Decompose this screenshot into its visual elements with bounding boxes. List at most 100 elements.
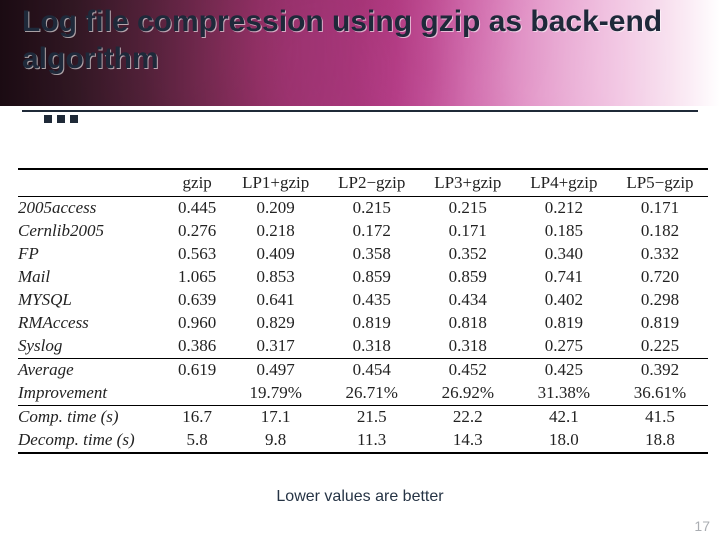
table-row: Comp. time (s)16.717.121.522.242.141.5 [18,406,708,430]
row-label: Syslog [18,335,167,359]
row-label: Cernlib2005 [18,220,167,243]
cell-value: 0.340 [516,243,612,266]
cell-value: 0.563 [167,243,228,266]
col-header [18,169,167,197]
cell-value: 0.218 [228,220,324,243]
row-label: Comp. time (s) [18,406,167,430]
row-label: Average [18,359,167,383]
row-label: RMAccess [18,312,167,335]
cell-value: 0.497 [228,359,324,383]
cell-value: 0.818 [420,312,516,335]
cell-value: 42.1 [516,406,612,430]
cell-value: 17.1 [228,406,324,430]
table-body: 2005access0.4450.2090.2150.2150.2120.171… [18,197,708,454]
cell-value: 0.402 [516,289,612,312]
cell-value: 0.172 [324,220,420,243]
col-header: LP2−gzip [324,169,420,197]
cell-value: 0.454 [324,359,420,383]
table-row: Decomp. time (s)5.89.811.314.318.018.8 [18,429,708,453]
row-label: Improvement [18,382,167,406]
cell-value: 0.409 [228,243,324,266]
cell-value: 0.445 [167,197,228,221]
cell-value: 1.065 [167,266,228,289]
row-label: 2005access [18,197,167,221]
cell-value: 0.434 [420,289,516,312]
cell-value: 0.435 [324,289,420,312]
row-label: Mail [18,266,167,289]
cell-value: 5.8 [167,429,228,453]
cell-value: 0.819 [516,312,612,335]
cell-value: 26.71% [324,382,420,406]
cell-value: 0.819 [612,312,708,335]
col-header: LP3+gzip [420,169,516,197]
cell-value: 0.358 [324,243,420,266]
cell-value: 0.639 [167,289,228,312]
table-row: Average0.6190.4970.4540.4520.4250.392 [18,359,708,383]
cell-value: 0.225 [612,335,708,359]
table-row: Cernlib20050.2760.2180.1720.1710.1850.18… [18,220,708,243]
cell-value: 18.0 [516,429,612,453]
cell-value: 19.79% [228,382,324,406]
square-icon [70,115,78,123]
cell-value: 0.619 [167,359,228,383]
row-label: Decomp. time (s) [18,429,167,453]
cell-value: 0.318 [324,335,420,359]
cell-value: 0.452 [420,359,516,383]
cell-value: 0.317 [228,335,324,359]
cell-value: 0.859 [324,266,420,289]
cell-value: 26.92% [420,382,516,406]
cell-value: 14.3 [420,429,516,453]
cell-value: 21.5 [324,406,420,430]
col-header: LP5−gzip [612,169,708,197]
col-header: LP4+gzip [516,169,612,197]
table-row: RMAccess0.9600.8290.8190.8180.8190.819 [18,312,708,335]
cell-value: 0.215 [420,197,516,221]
cell-value: 0.276 [167,220,228,243]
cell-value: 0.819 [324,312,420,335]
table-row: MYSQL0.6390.6410.4350.4340.4020.298 [18,289,708,312]
caption-text: Lower values are better [0,488,720,506]
table-row: Improvement 19.79%26.71%26.92%31.38%36.61… [18,382,708,406]
cell-value: 0.185 [516,220,612,243]
cell-value: 22.2 [420,406,516,430]
cell-value: 0.209 [228,197,324,221]
cell-value: 11.3 [324,429,420,453]
table-row: FP0.5630.4090.3580.3520.3400.332 [18,243,708,266]
cell-value: 0.829 [228,312,324,335]
col-header: LP1+gzip [228,169,324,197]
cell-value: 0.212 [516,197,612,221]
cell-value: 0.275 [516,335,612,359]
slide-title: Log file compression using gzip as back-… [22,4,700,77]
cell-value: 0.318 [420,335,516,359]
cell-value: 0.853 [228,266,324,289]
cell-value: 0.171 [420,220,516,243]
row-label: FP [18,243,167,266]
results-table: gzip LP1+gzip LP2−gzip LP3+gzip LP4+gzip… [18,168,708,454]
cell-value: 0.171 [612,197,708,221]
bullet-squares [22,112,698,123]
cell-value: 31.38% [516,382,612,406]
cell-value [167,382,228,406]
row-label: MYSQL [18,289,167,312]
title-gradient-band: Log file compression using gzip as back-… [0,0,720,106]
table-row: 2005access0.4450.2090.2150.2150.2120.171 [18,197,708,221]
cell-value: 0.352 [420,243,516,266]
cell-value: 0.960 [167,312,228,335]
cell-value: 0.386 [167,335,228,359]
square-icon [44,115,52,123]
cell-value: 0.215 [324,197,420,221]
cell-value: 0.182 [612,220,708,243]
cell-value: 36.61% [612,382,708,406]
col-header: gzip [167,169,228,197]
cell-value: 0.425 [516,359,612,383]
page-number: 17 [694,518,710,534]
title-rule-wrap [0,110,720,123]
table-header-row: gzip LP1+gzip LP2−gzip LP3+gzip LP4+gzip… [18,169,708,197]
cell-value: 9.8 [228,429,324,453]
cell-value: 0.859 [420,266,516,289]
table-row: Mail1.0650.8530.8590.8590.7410.720 [18,266,708,289]
cell-value: 0.392 [612,359,708,383]
cell-value: 0.332 [612,243,708,266]
cell-value: 0.298 [612,289,708,312]
results-table-wrap: gzip LP1+gzip LP2−gzip LP3+gzip LP4+gzip… [18,168,708,454]
